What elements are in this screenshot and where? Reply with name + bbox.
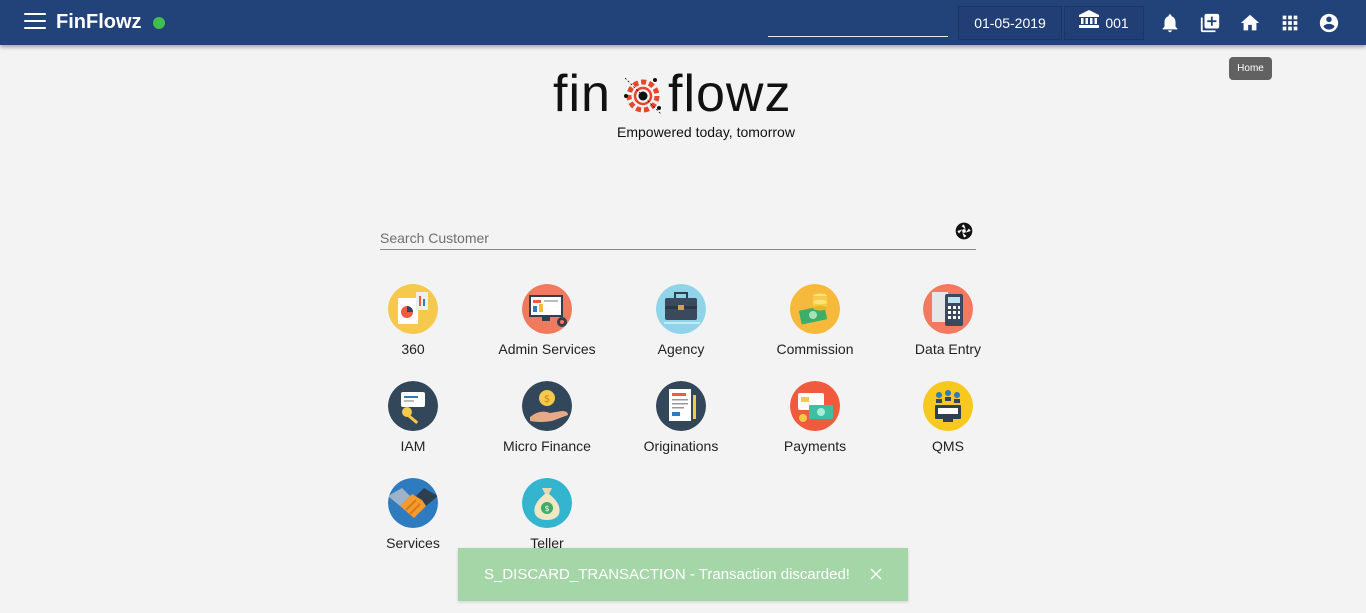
module-label: Micro Finance	[503, 438, 591, 454]
snackbar-toast: S_DISCARD_TRANSACTION - Transaction disc…	[458, 548, 908, 601]
logo-word-right: flowz	[668, 65, 792, 123]
module-qms[interactable]: QMS	[881, 381, 1015, 454]
module-payments[interactable]: Payments	[748, 381, 882, 454]
business-date[interactable]: 01-05-2019	[958, 6, 1062, 40]
module-label: QMS	[932, 438, 964, 454]
key-card-icon	[388, 381, 438, 431]
module-label: Payments	[783, 438, 847, 454]
card-cash-icon	[790, 381, 840, 431]
gear-logo-icon	[624, 77, 662, 115]
search-customer-input[interactable]	[380, 224, 940, 248]
svg-text:$: $	[544, 504, 549, 513]
account-circle-icon[interactable]	[1318, 12, 1340, 34]
home-tooltip: Home	[1229, 57, 1272, 80]
apps-grid-icon[interactable]	[1279, 12, 1301, 34]
module-label: Originations	[643, 438, 719, 454]
calculator-icon	[923, 284, 973, 334]
toast-message: S_DISCARD_TRANSACTION - Transaction disc…	[484, 566, 850, 583]
module-micro-finance[interactable]: $ Micro Finance	[480, 381, 614, 454]
module-label: Agency	[657, 341, 705, 357]
bank-icon	[1079, 7, 1100, 39]
handshake-icon	[388, 478, 438, 528]
module-originations[interactable]: Originations	[614, 381, 748, 454]
top-app-bar: FinFlowz 01-05-2019 001	[0, 0, 1366, 45]
shutter-icon[interactable]	[954, 221, 974, 241]
app-title: FinFlowz	[56, 11, 142, 33]
module-agency[interactable]: Agency	[614, 284, 748, 357]
module-label: Data Entry	[914, 341, 982, 357]
module-label: Commission	[776, 341, 854, 357]
add-box-icon[interactable]	[1199, 12, 1221, 34]
module-360[interactable]: 360	[346, 284, 480, 357]
header-search-field[interactable]	[768, 36, 948, 37]
bell-icon[interactable]	[1159, 12, 1181, 34]
money-bag-icon: $	[522, 478, 572, 528]
finflowz-logo: fin flowz Empowered today, tomorrow	[553, 64, 823, 144]
branch-code: 001	[1105, 15, 1129, 31]
monitor-settings-icon	[522, 284, 572, 334]
hand-coin-icon: $	[522, 381, 572, 431]
briefcase-icon	[656, 284, 706, 334]
home-icon[interactable]	[1239, 12, 1261, 34]
report-icon	[388, 284, 438, 334]
queue-people-icon	[923, 381, 973, 431]
document-pen-icon	[656, 381, 706, 431]
module-services[interactable]: Services	[346, 478, 480, 551]
module-admin-services[interactable]: Admin Services	[480, 284, 614, 357]
module-commission[interactable]: Commission	[748, 284, 882, 357]
menu-icon[interactable]	[24, 13, 46, 31]
module-label: Admin Services	[498, 341, 596, 357]
close-icon[interactable]	[868, 548, 884, 601]
branch-selector[interactable]: 001	[1064, 6, 1144, 40]
logo-word-left: fin	[553, 65, 611, 123]
module-label: IAM	[400, 438, 426, 454]
svg-text:$: $	[544, 394, 550, 405]
status-indicator	[153, 17, 165, 29]
module-data-entry[interactable]: Data Entry	[881, 284, 1015, 357]
customer-search	[380, 221, 976, 250]
module-iam[interactable]: IAM	[346, 381, 480, 454]
module-label: 360	[401, 341, 425, 357]
logo-tagline: Empowered today, tomorrow	[617, 124, 795, 140]
coins-icon	[790, 284, 840, 334]
module-teller[interactable]: $ Teller	[480, 478, 614, 551]
